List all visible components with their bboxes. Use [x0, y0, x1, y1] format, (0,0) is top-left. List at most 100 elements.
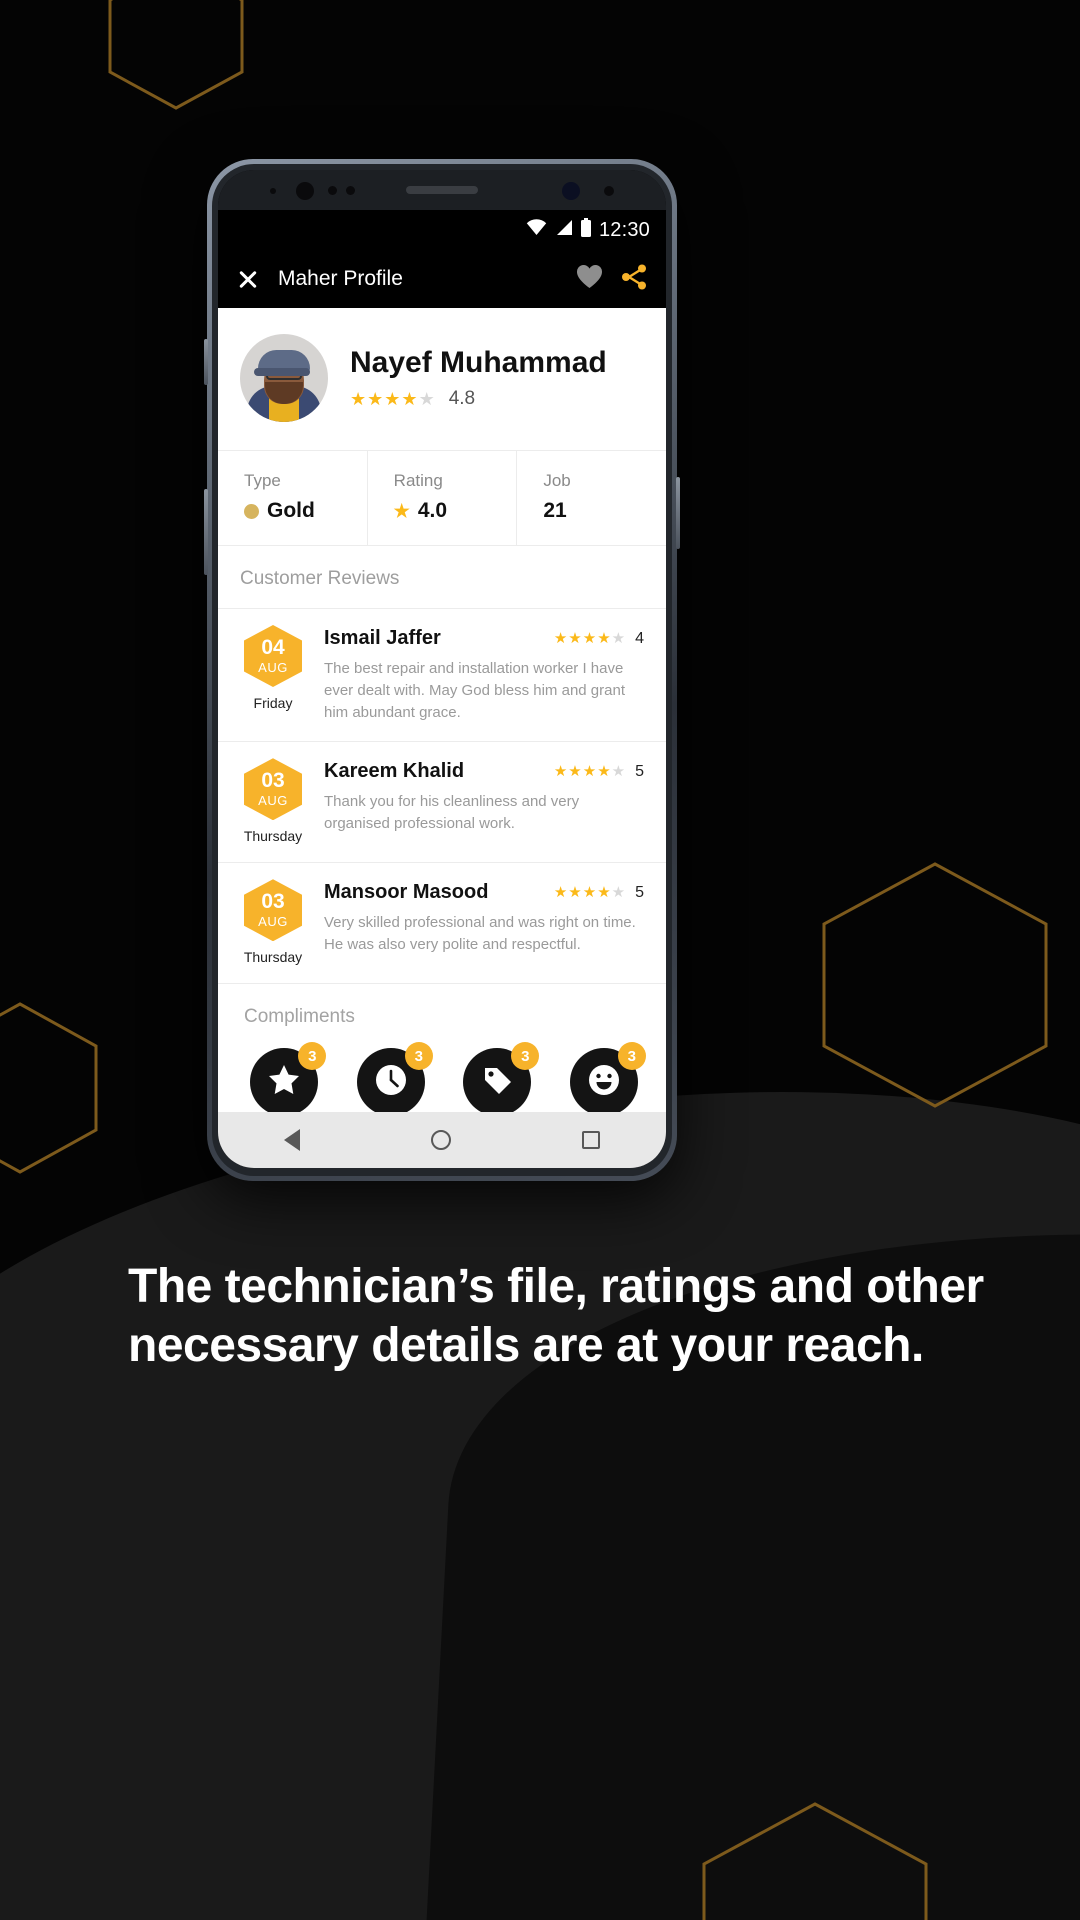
profile-score: 4.8	[448, 388, 476, 409]
app-bar: Maher Profile	[218, 250, 666, 308]
date-badge: 03 AUG	[244, 879, 302, 942]
battery-icon	[580, 218, 592, 242]
sensor-dot-small	[270, 188, 276, 194]
compliments-row: 3 Good Quality	[244, 1042, 646, 1112]
compliment-maher-on-time[interactable]: 3 Maher On-Time	[351, 1042, 433, 1112]
review-rating: ★ ★ ★ ★ ★ 5	[554, 763, 644, 781]
review-date: 03 AUG Thursday	[242, 879, 304, 965]
front-camera	[296, 182, 314, 200]
hexagon-outline-left	[0, 1000, 100, 1175]
compliment-good-quality[interactable]: 3 Good Quality	[244, 1042, 327, 1112]
stat-label: Rating	[393, 471, 443, 490]
sensor-dot-d	[604, 186, 614, 196]
compliment-count-badge: 3	[617, 1042, 646, 1071]
phone-side-button-left-top	[204, 339, 208, 385]
phone-bezel: 12:30 Maher Profile Nayef Muhammad ★ ★ ★…	[212, 164, 672, 1176]
review-text: Very skilled professional and was right …	[324, 914, 636, 953]
status-time: 12:30	[598, 218, 650, 241]
stat-label: Job	[543, 471, 571, 490]
review-rating-count: 4	[635, 629, 644, 647]
stat-value: Gold	[244, 499, 367, 523]
phone-mockup: 12:30 Maher Profile Nayef Muhammad ★ ★ ★…	[204, 159, 680, 1181]
badge-day: 03	[261, 890, 285, 914]
stat-value-text: 21	[543, 499, 567, 522]
review-rating: ★ ★ ★ ★ ★ 5	[554, 884, 644, 902]
badge-month: AUG	[258, 914, 288, 930]
clock-icon	[374, 1063, 408, 1102]
stat-type: Type Gold	[218, 451, 367, 545]
badge-month: AUG	[258, 793, 288, 809]
sensor-dot-a	[328, 186, 337, 195]
review-top: Kareem Khalid ★ ★ ★ ★ ★ 5	[324, 760, 644, 783]
customer-reviews-title: Customer Reviews	[240, 568, 400, 589]
tag-icon	[480, 1063, 514, 1102]
promo-caption: The technician’s file, ratings and other…	[128, 1260, 984, 1372]
profile-name: Nayef Muhammad	[350, 346, 607, 379]
page-title: Maher Profile	[278, 267, 403, 290]
review-text: Thank you for his cleanliness and very o…	[324, 793, 580, 832]
star-icon: ★	[393, 500, 410, 521]
phone-side-button-right	[676, 477, 680, 549]
review-stars: ★ ★ ★ ★ ★	[553, 630, 626, 647]
gold-dot-icon	[244, 503, 259, 519]
hexagon-outline-bottom	[700, 1800, 930, 1920]
hexagon-outline-right	[820, 860, 1050, 1110]
compliments-title: Compliments	[244, 1006, 355, 1028]
smile-icon	[587, 1063, 621, 1102]
phone-side-button-left-bottom	[204, 489, 208, 575]
stat-value-text: Gold	[267, 499, 315, 522]
review-row[interactable]: 03 AUG Thursday Mansoor Masood ★★★★★	[218, 863, 666, 983]
signal-icon	[554, 219, 573, 241]
badge-day: 03	[261, 769, 285, 793]
review-rating-count: 5	[635, 883, 644, 901]
phone-screen: 12:30 Maher Profile Nayef Muhammad ★ ★ ★…	[218, 170, 666, 1168]
profile-content: Nayef Muhammad ★ ★ ★ ★ ★ 4.8 Type Gold R…	[218, 308, 666, 1112]
compliment-maher-attitude[interactable]: 3 Maher Attitude	[564, 1042, 646, 1112]
stat-value: 21	[543, 499, 666, 523]
review-row[interactable]: 03 AUG Thursday Kareem Khalid ★★★★★	[218, 742, 666, 862]
android-nav-bar	[218, 1112, 666, 1168]
stat-value-text: 4.0	[417, 499, 448, 522]
review-author: Mansoor Masood	[324, 881, 489, 904]
review-row[interactable]: 04 AUG Friday Ismail Jaffer ★ ★ ★ ★ ★ 4 …	[218, 609, 666, 741]
review-date: 03 AUG Thursday	[242, 758, 304, 844]
review-weekday: Thursday	[243, 949, 303, 966]
recents-square-icon[interactable]	[582, 1131, 601, 1149]
review-top: Mansoor Masood ★ ★ ★ ★ ★ 5	[324, 881, 644, 904]
review-author: Kareem Khalid	[324, 760, 465, 783]
review-top: Ismail Jaffer ★ ★ ★ ★ ★ 4	[324, 627, 644, 650]
stat-value: ★ 4.0	[394, 499, 517, 523]
profile-header: Nayef Muhammad ★ ★ ★ ★ ★ 4.8	[218, 308, 666, 450]
compliment-count-badge: 3	[511, 1042, 540, 1071]
compliments-section: Compliments 3 3 3 3	[218, 984, 666, 1112]
sensor-dot-c	[562, 182, 580, 200]
heart-icon[interactable]	[576, 264, 603, 294]
earpiece-speaker	[406, 186, 478, 194]
stats-row: Type Gold Rating ★ 4.0 Job 21	[218, 450, 666, 546]
review-body: Kareem Khalid ★ ★ ★ ★ ★ 5 Thank you for his …	[324, 758, 644, 835]
badge-month: AUG	[258, 660, 288, 675]
review-stars: ★ ★ ★ ★ ★	[553, 763, 626, 781]
phone-sensor-row	[218, 170, 666, 210]
home-circle-icon[interactable]	[430, 1130, 451, 1150]
star-icon	[268, 1064, 300, 1100]
stat-label: Type	[244, 471, 281, 490]
review-date: 04 AUG Friday	[242, 625, 304, 711]
review-author: Ismail Jaffer	[324, 627, 441, 649]
avatar	[240, 334, 328, 422]
wifi-icon	[526, 219, 547, 241]
compliment-count-badge: 3	[404, 1042, 433, 1071]
stat-rating: Rating ★ 4.0	[366, 451, 517, 545]
back-triangle-icon[interactable]	[283, 1129, 300, 1151]
compliment-reasonable-price[interactable]: 3 Reasonable Price	[457, 1042, 540, 1112]
review-rating-count: 5	[635, 762, 644, 780]
review-weekday: Friday	[253, 695, 293, 711]
close-icon[interactable]	[236, 267, 260, 291]
compliment-count-badge: 3	[298, 1042, 327, 1071]
review-body: Mansoor Masood ★ ★ ★ ★ ★ 5 Very skilled prof…	[324, 879, 644, 956]
status-bar: 12:30	[218, 210, 666, 250]
share-icon[interactable]	[621, 264, 648, 295]
stat-job: Job 21	[516, 451, 666, 545]
review-stars: ★ ★ ★ ★ ★	[553, 884, 626, 902]
review-rating: ★ ★ ★ ★ ★ 4	[554, 630, 644, 648]
